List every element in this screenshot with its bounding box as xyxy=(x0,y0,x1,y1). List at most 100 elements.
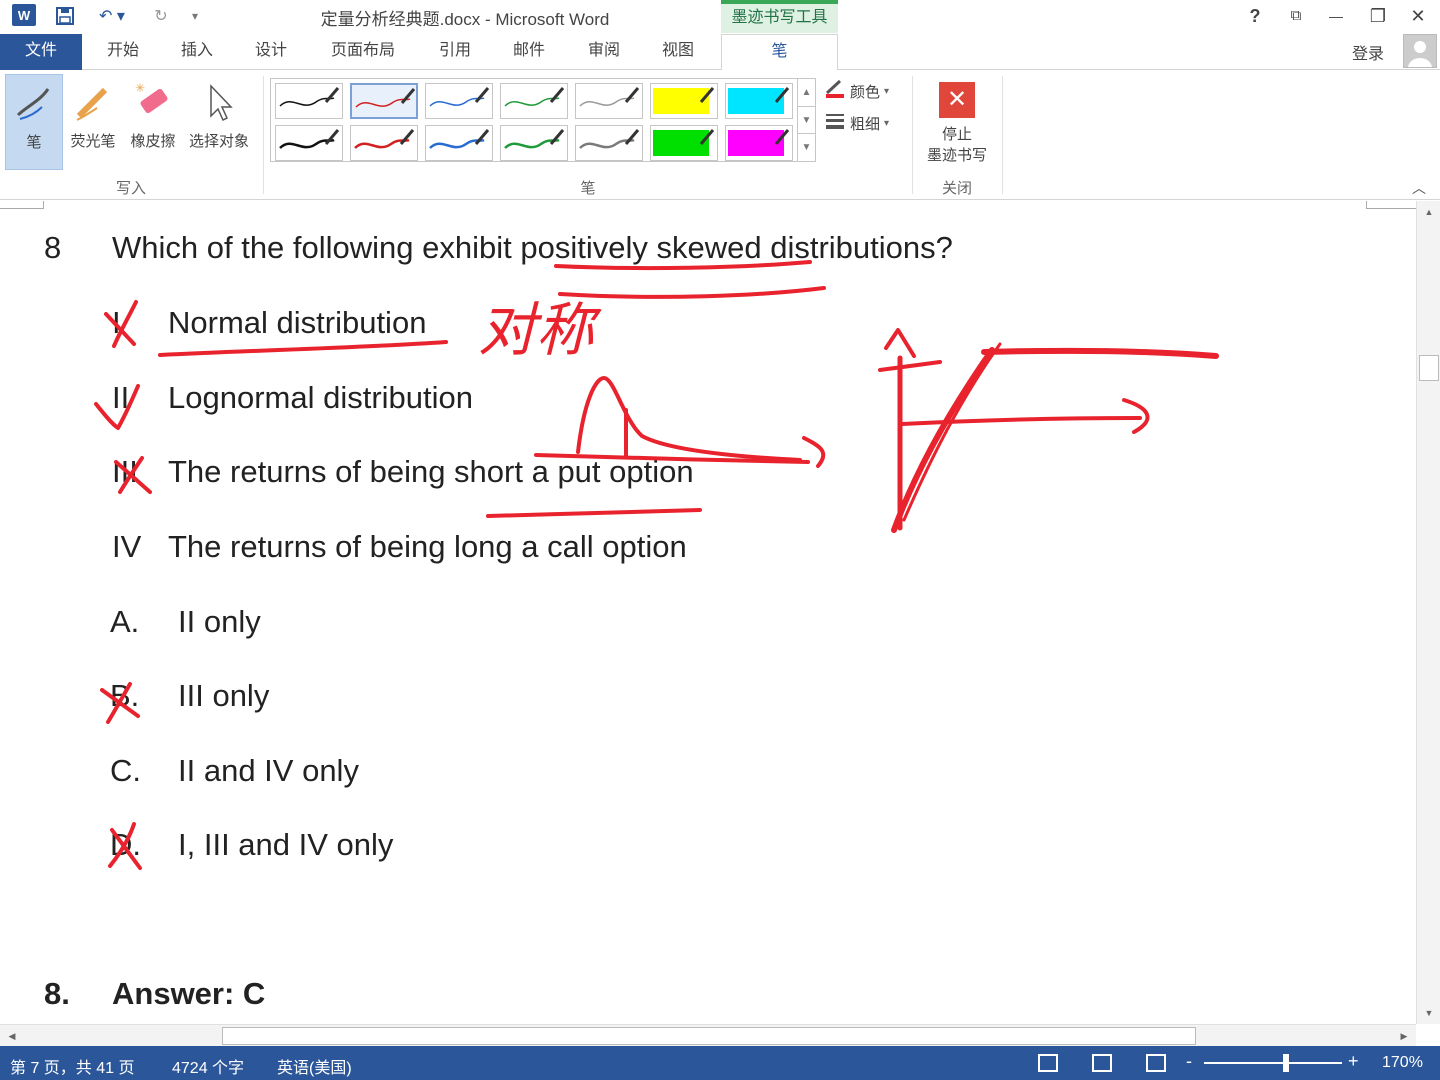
pen-swatch-pen[interactable] xyxy=(500,83,568,119)
gallery-up-icon[interactable]: ▲ xyxy=(798,79,815,106)
scroll-right-icon[interactable]: ▶ xyxy=(1394,1027,1414,1045)
pen-preview-icon xyxy=(429,129,490,149)
vertical-scrollbar[interactable]: ▲ ▼ xyxy=(1416,201,1440,1024)
login-link[interactable]: 登录 xyxy=(1352,40,1384,64)
pen-preview-icon xyxy=(279,87,340,107)
web-layout-icon[interactable] xyxy=(1146,1054,1166,1072)
pen-swatch-pen[interactable] xyxy=(275,83,343,119)
eraser-button[interactable]: ✳ 橡皮擦 xyxy=(124,74,182,170)
gallery-down-icon[interactable]: ▼ xyxy=(798,106,815,133)
pen-swatch-pen[interactable] xyxy=(425,125,493,161)
tab-review[interactable]: 审阅 xyxy=(573,34,635,70)
zoom-out-button[interactable]: - xyxy=(1186,1051,1192,1072)
page-count[interactable]: 第 7 页，共 41 页 xyxy=(10,1054,134,1078)
vertical-scroll-thumb[interactable] xyxy=(1419,355,1439,381)
pen-swatch-pen[interactable] xyxy=(350,83,418,119)
ribbon-display-options-button[interactable]: ⧉ xyxy=(1278,3,1314,29)
horizontal-scrollbar[interactable]: ◀ ▶ xyxy=(0,1024,1416,1046)
highlighter-preview-icon xyxy=(653,87,715,114)
pen-swatch-pen[interactable] xyxy=(275,125,343,161)
gallery-scroll[interactable]: ▲ ▼ ▼ xyxy=(797,79,815,161)
zoom-level[interactable]: 170% xyxy=(1382,1054,1423,1072)
close-group-label: 关闭 xyxy=(941,180,972,197)
pen-button-label: 笔 xyxy=(26,134,42,151)
item-numeral: III xyxy=(112,454,138,489)
zoom-slider-knob[interactable] xyxy=(1283,1054,1289,1072)
zoom-slider[interactable] xyxy=(1204,1062,1342,1064)
thickness-button-label: 粗细 xyxy=(850,115,881,133)
highlighter-icon xyxy=(64,74,122,130)
avatar[interactable] xyxy=(1403,34,1437,68)
help-button[interactable]: ? xyxy=(1237,3,1273,29)
pen-swatch-highlighter[interactable] xyxy=(650,83,718,119)
stop-inking-button[interactable]: ✕ 停止 墨迹书写 xyxy=(920,78,994,166)
select-objects-button[interactable]: 选择对象 xyxy=(184,74,254,170)
color-button[interactable]: 颜色 ▾ xyxy=(824,78,889,104)
scroll-left-icon[interactable]: ◀ xyxy=(2,1027,22,1045)
question-text: Which of the following exhibit positivel… xyxy=(112,230,953,265)
gallery-more-icon[interactable]: ▼ xyxy=(798,133,815,160)
word-count[interactable]: 4724 个字 xyxy=(172,1054,244,1078)
pens-group-label: 笔 xyxy=(580,180,596,197)
pen-swatch-pen[interactable] xyxy=(575,125,643,161)
horizontal-scroll-thumb[interactable] xyxy=(222,1027,1196,1045)
question-number: 8 xyxy=(44,230,62,265)
close-button[interactable]: ✕ xyxy=(1400,3,1436,29)
print-layout-icon[interactable] xyxy=(1092,1054,1112,1072)
collapse-ribbon-icon[interactable]: ︿ xyxy=(1412,178,1426,198)
language-indicator[interactable]: 英语(美国) xyxy=(277,1054,352,1078)
pen-preview-icon xyxy=(504,129,565,149)
option-text: II and IV only xyxy=(178,753,359,788)
stop-inking-label-line2: 墨迹书写 xyxy=(926,147,987,164)
read-mode-icon[interactable] xyxy=(1038,1054,1058,1072)
close-x-icon: ✕ xyxy=(939,82,975,118)
group-separator xyxy=(1002,76,1003,194)
crop-mark xyxy=(1366,201,1416,209)
pen-preview-icon xyxy=(279,129,340,149)
pen-color-icon xyxy=(824,79,846,103)
answer-text: Answer: C xyxy=(112,976,266,1011)
tab-insert[interactable]: 插入 xyxy=(166,34,228,70)
highlighter-preview-icon xyxy=(728,129,790,156)
crop-mark xyxy=(0,201,44,209)
scroll-down-icon[interactable]: ▼ xyxy=(1419,1004,1439,1022)
tab-file[interactable]: 文件 xyxy=(0,34,82,70)
pen-swatch-pen[interactable] xyxy=(425,83,493,119)
highlighter-button[interactable]: 荧光笔 xyxy=(64,74,122,170)
highlighter-button-label: 荧光笔 xyxy=(70,133,116,150)
pen-swatch-pen[interactable] xyxy=(575,83,643,119)
restore-button[interactable]: ❐ xyxy=(1360,3,1396,29)
dropdown-arrow-icon: ▾ xyxy=(884,117,890,129)
pen-swatch-highlighter[interactable] xyxy=(725,83,793,119)
cursor-arrow-icon xyxy=(184,74,254,130)
pen-button[interactable]: 笔 xyxy=(5,74,63,170)
title-bar: W ↶ ▾ ↻ ▾ 定量分析经典题.docx - Microsoft Word … xyxy=(0,0,1440,34)
thickness-button[interactable]: 粗细 ▾ xyxy=(824,110,889,136)
tab-references[interactable]: 引用 xyxy=(424,34,486,70)
tab-mailings[interactable]: 邮件 xyxy=(498,34,560,70)
write-group-label: 写入 xyxy=(115,180,146,197)
document-page[interactable]: 8 Which of the following exhibit positiv… xyxy=(0,201,1416,1024)
item-text: The returns of being long a call option xyxy=(168,529,687,564)
minimize-button[interactable]: — xyxy=(1318,3,1354,29)
eraser-button-label: 橡皮擦 xyxy=(130,133,176,150)
highlighter-preview-icon xyxy=(728,87,790,114)
tab-design[interactable]: 设计 xyxy=(240,34,302,70)
tab-home[interactable]: 开始 xyxy=(92,34,154,70)
group-separator xyxy=(263,76,264,194)
pen-swatch-pen[interactable] xyxy=(350,125,418,161)
pen-icon xyxy=(6,75,62,131)
zoom-in-button[interactable]: + xyxy=(1348,1051,1359,1072)
pen-swatch-highlighter[interactable] xyxy=(725,125,793,161)
pen-swatch-pen[interactable] xyxy=(500,125,568,161)
tab-page-layout[interactable]: 页面布局 xyxy=(320,34,406,70)
item-text: Lognormal distribution xyxy=(168,380,474,415)
line-weight-icon xyxy=(824,111,846,135)
pen-gallery: ▲ ▼ ▼ xyxy=(270,78,816,162)
tab-pen[interactable]: 笔 xyxy=(721,34,838,71)
group-separator xyxy=(912,76,913,194)
tab-view[interactable]: 视图 xyxy=(647,34,709,70)
answer-number: 8. xyxy=(44,976,70,1011)
scroll-up-icon[interactable]: ▲ xyxy=(1419,203,1439,221)
pen-swatch-highlighter[interactable] xyxy=(650,125,718,161)
